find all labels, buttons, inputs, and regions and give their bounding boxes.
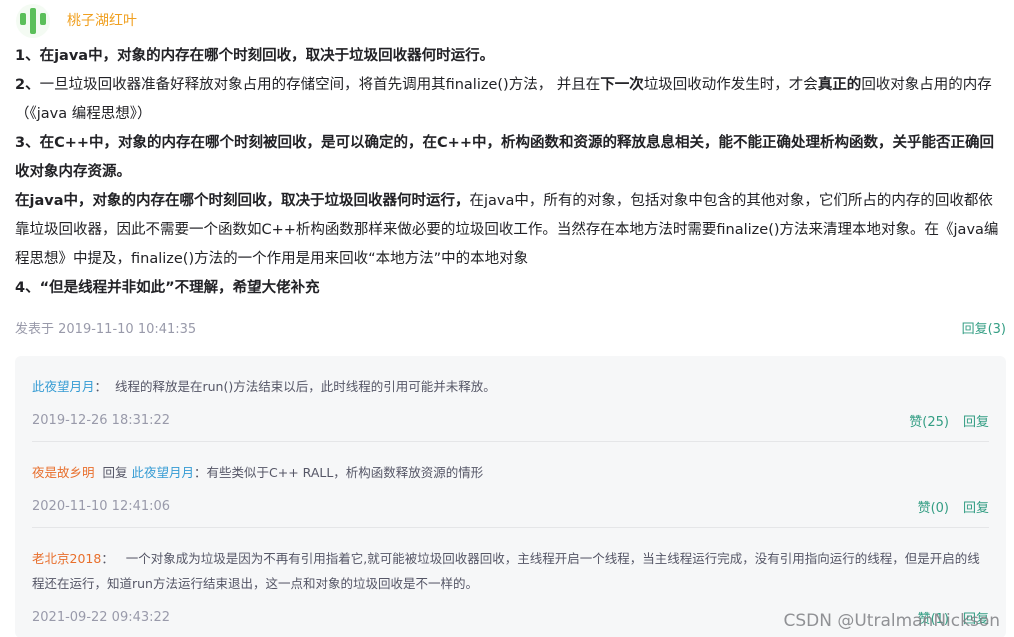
reply-author[interactable]: 老北京2018 [32, 551, 101, 566]
paragraph-2: 2、一旦垃圾回收器准备好释放对象占用的存储空间，将首先调用其finalize()… [15, 71, 1006, 129]
reply-separator: ： [101, 551, 114, 566]
reply-timestamp: 2021-09-22 09:43:22 [32, 609, 171, 625]
like-button[interactable]: 赞(0) [918, 501, 949, 516]
reply-footer: 2019-12-26 18:31:22 赞(25) 回复 [32, 405, 989, 435]
reply-to-label: 回复 [102, 465, 128, 480]
reply-author[interactable]: 此夜望月月 [32, 379, 95, 394]
reply-content: 此夜望月月： 线程的释放是在run()方法结束以后，此时线程的引用可能并未释放。 [32, 374, 989, 399]
reply-item: 夜是故乡明 回复 此夜望月月：有些类似于C++ RALL，析构函数释放资源的情形… [32, 442, 989, 528]
comment-header: 桃子湖红叶 [15, 0, 1006, 42]
paragraph-2-text-b: 垃圾回收动作发生时，才会 [643, 77, 818, 93]
paragraph-4-bold: 在java中，对象的内存在哪个时刻回收，取决于垃圾回收器何时运行， [15, 193, 470, 209]
paragraph-2-emphasis-b: 真正的 [817, 77, 862, 93]
avatar[interactable] [16, 4, 50, 38]
reply-text: 线程的释放是在run()方法结束以后，此时线程的引用可能并未释放。 [114, 379, 496, 394]
reply-timestamp: 2019-12-26 18:31:22 [32, 412, 171, 428]
paragraph-1: 1、在java中，对象的内存在哪个时刻回收，取决于垃圾回收器何时运行。 [15, 48, 495, 64]
reply-item: 老北京2018： 一个对象成为垃圾是因为不再有引用指着它,就可能被垃圾回收器回收… [32, 528, 989, 637]
reply-footer: 2021-09-22 09:43:22 赞(1) 回复 [32, 602, 989, 632]
reply-text: 一个对象成为垃圾是因为不再有引用指着它,就可能被垃圾回收器回收，主线程开启一个线… [32, 551, 980, 591]
like-button[interactable]: 赞(25) [909, 415, 949, 430]
reply-count-link[interactable]: 回复(3) [962, 318, 1006, 337]
comment-author[interactable]: 桃子湖红叶 [67, 11, 137, 31]
paragraph-3: 3、在C++中，对象的内存在哪个时刻被回收，是可以确定的，在C++中，析构函数和… [15, 135, 994, 180]
comment-timestamp: 发表于 2019-11-10 10:41:35 [15, 321, 197, 337]
reply-item: 此夜望月月： 线程的释放是在run()方法结束以后，此时线程的引用可能并未释放。… [32, 356, 989, 442]
reply-actions: 赞(0) 回复 [918, 497, 989, 516]
reply-actions: 赞(1) 回复 [918, 608, 989, 627]
comment-body: 1、在java中，对象的内存在哪个时刻回收，取决于垃圾回收器何时运行。 2、一旦… [15, 42, 1006, 303]
paragraph-5: 4、“但是线程并非如此”不理解，希望大佬补充 [15, 280, 320, 296]
reply-button[interactable]: 回复 [963, 612, 989, 627]
comment-meta: 发表于 2019-11-10 10:41:35 回复(3) [15, 315, 1006, 339]
reply-content: 老北京2018： 一个对象成为垃圾是因为不再有引用指着它,就可能被垃圾回收器回收… [32, 546, 989, 596]
replies-panel: 此夜望月月： 线程的释放是在run()方法结束以后，此时线程的引用可能并未释放。… [15, 356, 1006, 637]
reply-actions: 赞(25) 回复 [909, 411, 989, 430]
reply-content: 夜是故乡明 回复 此夜望月月：有些类似于C++ RALL，析构函数释放资源的情形 [32, 460, 989, 485]
reply-timestamp: 2020-11-10 12:41:06 [32, 498, 171, 514]
comment-page: 桃子湖红叶 1、在java中，对象的内存在哪个时刻回收，取决于垃圾回收器何时运行… [0, 0, 1014, 637]
paragraph-2-text-a: 一旦垃圾回收器准备好释放对象占用的存储空间，将首先调用其finalize()方法… [39, 77, 601, 93]
like-button[interactable]: 赞(1) [918, 612, 949, 627]
reply-button[interactable]: 回复 [963, 501, 989, 516]
reply-footer: 2020-11-10 12:41:06 赞(0) 回复 [32, 491, 989, 521]
reply-text: 有些类似于C++ RALL，析构函数释放资源的情形 [206, 465, 484, 480]
paragraph-2-emphasis-a: 下一次 [600, 77, 644, 93]
reply-target-author[interactable]: 此夜望月月 [131, 465, 194, 480]
paragraph-4: 在java中，对象的内存在哪个时刻回收，取决于垃圾回收器何时运行，在java中，… [15, 187, 1006, 274]
reply-separator: ： [193, 465, 207, 480]
reply-button[interactable]: 回复 [963, 415, 989, 430]
reply-separator: ： [94, 379, 108, 394]
reply-author[interactable]: 夜是故乡明 [32, 465, 95, 480]
paragraph-2-number: 2、 [15, 77, 40, 93]
